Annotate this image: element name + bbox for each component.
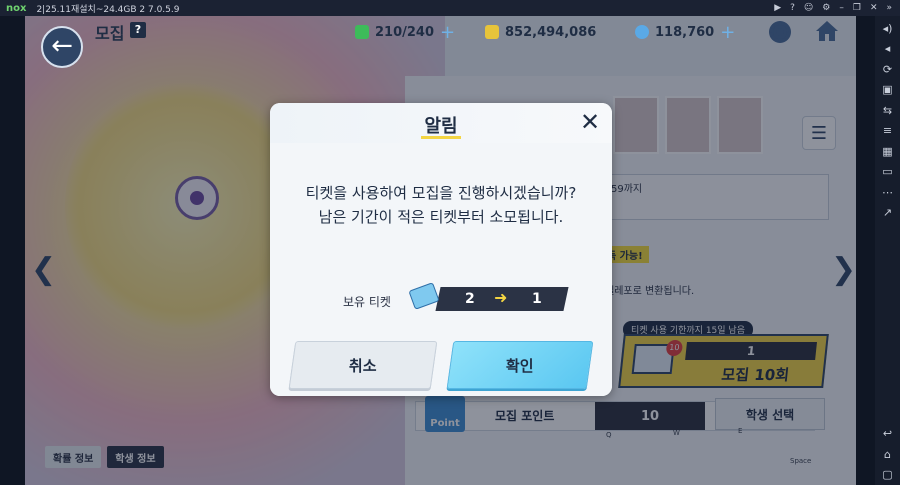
credit-icon: [485, 25, 499, 39]
credits-value: 852,494,086: [505, 24, 597, 40]
sync-icon[interactable]: ⇆: [883, 100, 892, 121]
chat-icon[interactable]: ▭: [882, 162, 892, 183]
recent-apps-icon[interactable]: ▢: [882, 465, 892, 485]
arrow-right-icon: ➜: [494, 288, 508, 307]
ticket-count-before: 2: [465, 291, 475, 307]
confirm-label: 확인: [506, 356, 534, 375]
home-icon[interactable]: [815, 20, 839, 42]
cancel-label: 취소: [349, 356, 377, 375]
back-arrow-icon: ←: [51, 31, 73, 61]
notice-dialog: 알림 ✕ 티켓을 사용하여 모집을 진행하시겠습니까? 남은 기간이 적은 티켓…: [270, 103, 612, 396]
more-icon[interactable]: ⋯: [882, 182, 893, 203]
stamina-counter: 210/240 +: [355, 22, 455, 43]
expand-icon[interactable]: ↗: [883, 203, 892, 224]
title-underline: [421, 136, 461, 139]
help-button[interactable]: ?: [130, 22, 146, 38]
home-nav-icon[interactable]: ⌂: [884, 444, 891, 465]
dialog-message-line2: 남은 기간이 적은 티켓부터 소모됩니다.: [318, 208, 564, 226]
volume-down-icon[interactable]: ◂: [885, 39, 891, 60]
collapse-icon[interactable]: »: [886, 3, 892, 13]
window-controls: ▶ ? ☺ ⚙ – ❐ ✕ »: [774, 0, 892, 16]
emulator-title: 2|25.11재설치~24.4GB 2 7.0.5.9: [36, 4, 180, 15]
close-window-icon[interactable]: ✕: [870, 3, 878, 13]
ticket-icon: [408, 282, 440, 310]
minimize-icon[interactable]: –: [839, 3, 844, 13]
nox-logo: nox: [6, 2, 27, 14]
dialog-title: 알림: [424, 116, 458, 137]
confirm-button[interactable]: 확인: [446, 341, 594, 389]
credits-counter: 852,494,086: [485, 22, 596, 42]
back-button[interactable]: ←: [41, 26, 83, 68]
add-gems-icon[interactable]: +: [720, 22, 735, 43]
emulator-side-toolbar: ◂) ◂ ⟳ ▣ ⇆ ≡ ▦ ▭ ⋯ ↗ ↩ ⌂ ▢: [875, 16, 900, 485]
owned-ticket-label: 보유 티켓: [343, 295, 391, 309]
lightning-icon: [355, 25, 369, 39]
gems-value: 118,760: [655, 24, 715, 40]
rotate-icon[interactable]: ⟳: [883, 59, 892, 80]
gear-icon[interactable]: [769, 21, 791, 43]
game-top-bar: ← 모집 ? 210/240 + 852,494,086 118,760 +: [25, 16, 856, 68]
add-stamina-icon[interactable]: +: [440, 22, 455, 43]
volume-up-icon[interactable]: ◂): [883, 18, 893, 39]
settings-icon[interactable]: ⚙: [822, 3, 830, 13]
back-nav-icon[interactable]: ↩: [883, 424, 892, 445]
cancel-button[interactable]: 취소: [288, 341, 438, 389]
gem-icon: [635, 25, 649, 39]
stamina-value: 210/240: [375, 24, 435, 40]
account-icon[interactable]: ☺: [804, 3, 813, 13]
game-screen: ☰ 59까지 득 가능! 엘레포로 변환됩니다. ❮ ❯ 티켓 사용 기한까지 …: [25, 16, 856, 485]
close-icon[interactable]: ✕: [578, 110, 602, 135]
dialog-message-line1: 티켓을 사용하여 모집을 진행하시겠습니까?: [305, 184, 577, 202]
restore-icon[interactable]: ❐: [853, 3, 861, 13]
page-title: 모집: [95, 24, 125, 43]
macro-icon[interactable]: ≡: [883, 121, 892, 142]
gems-counter: 118,760 +: [635, 22, 735, 43]
emulator-title-bar: nox 2|25.11재설치~24.4GB 2 7.0.5.9 ▶ ? ☺ ⚙ …: [0, 0, 900, 16]
help-icon[interactable]: ?: [790, 3, 795, 13]
toolbox-icon[interactable]: ▦: [882, 141, 892, 162]
screenshot-icon[interactable]: ▣: [882, 80, 892, 101]
ticket-count-after: 1: [532, 291, 542, 307]
play-store-icon[interactable]: ▶: [774, 3, 781, 13]
